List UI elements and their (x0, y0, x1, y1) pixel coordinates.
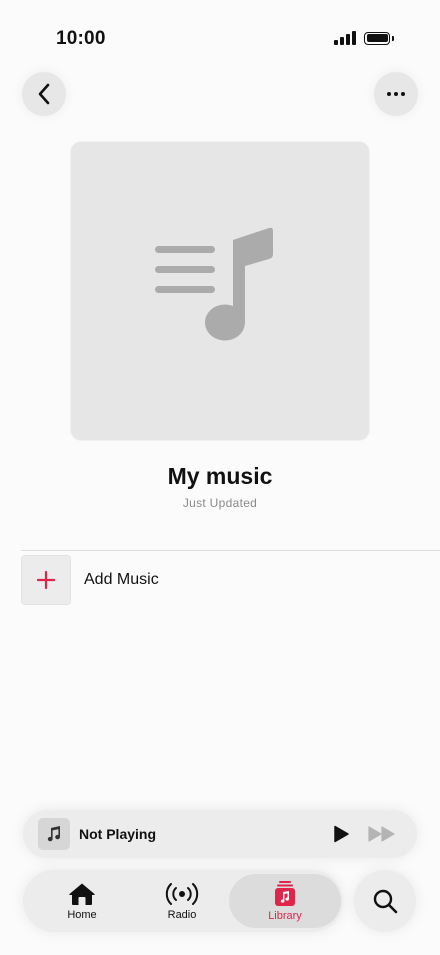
mini-player-artwork (38, 818, 70, 850)
more-options-button[interactable] (374, 72, 418, 116)
tab-radio-label: Radio (167, 908, 197, 921)
playlist-title: My music (167, 463, 273, 489)
fast-forward-icon (368, 826, 395, 842)
battery-icon (364, 31, 394, 45)
add-music-tile (21, 555, 71, 605)
radio-broadcast-icon (165, 882, 199, 905)
search-button[interactable] (354, 870, 416, 932)
mini-player[interactable]: Not Playing (23, 810, 417, 858)
tab-bar: Home Radio Library (23, 870, 343, 932)
tab-radio[interactable]: Radio (137, 874, 227, 928)
house-icon (69, 883, 95, 905)
playlist-subtitle: Just Updated (182, 496, 258, 510)
tab-home-label: Home (67, 908, 97, 921)
status-icons (334, 31, 394, 45)
chevron-left-icon (38, 83, 50, 105)
back-button[interactable] (22, 72, 66, 116)
forward-button[interactable] (367, 822, 397, 846)
ellipsis-icon (387, 92, 405, 96)
tab-library[interactable]: Library (229, 874, 341, 928)
play-icon (334, 825, 349, 843)
tab-home[interactable]: Home (37, 874, 127, 928)
play-button[interactable] (329, 822, 353, 846)
tab-library-label: Library (268, 909, 302, 922)
library-stack-icon (275, 880, 295, 906)
add-music-label: Add Music (84, 571, 159, 588)
playlist-artwork (71, 142, 369, 440)
plus-icon (37, 571, 55, 589)
now-playing-title: Not Playing (79, 826, 157, 842)
add-music-button[interactable]: Add Music (21, 555, 159, 605)
playlist-music-note-icon (155, 227, 273, 341)
cellular-signal-icon (334, 31, 356, 45)
magnifying-glass-icon (373, 889, 398, 914)
divider (21, 550, 440, 551)
status-time: 10:00 (56, 28, 106, 49)
music-note-icon (47, 826, 61, 842)
playlist-screen: 10:00 My music Just Updated Add Music No… (0, 0, 440, 955)
